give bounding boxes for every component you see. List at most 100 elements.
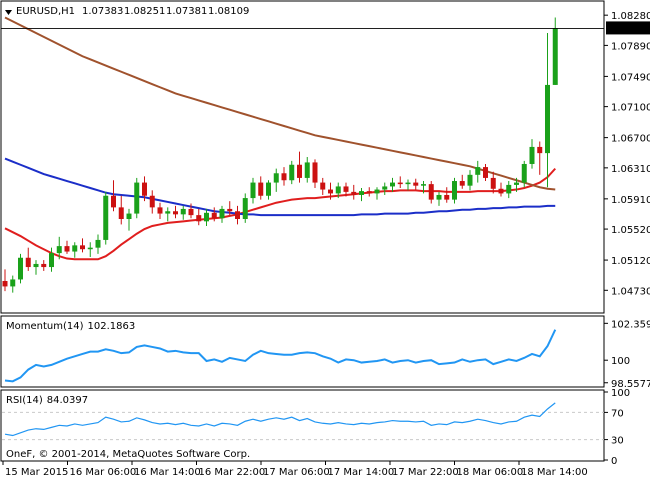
candle-body xyxy=(118,207,124,219)
time-tick-label: 15 Mar 2015 xyxy=(5,467,68,478)
candle-body xyxy=(459,181,465,186)
momentum-value: 102.1863 xyxy=(88,321,136,332)
candle-body xyxy=(242,198,248,219)
candle-body xyxy=(397,182,403,185)
candle-body xyxy=(157,207,163,214)
candle-body xyxy=(219,208,225,219)
candle-body xyxy=(204,212,209,222)
candle-body xyxy=(56,246,62,254)
candle-body xyxy=(18,257,23,280)
candle-body xyxy=(545,84,550,154)
candle-body xyxy=(180,208,186,215)
time-tick-label: 18 Mar 14:00 xyxy=(521,467,588,478)
candle-body xyxy=(343,186,349,192)
candle-body xyxy=(227,208,233,212)
candle-body xyxy=(134,182,140,214)
candle-body xyxy=(444,194,450,200)
ohlc-high: 1.08251 xyxy=(124,6,165,17)
candle-body xyxy=(188,208,194,216)
candle-body xyxy=(2,281,8,287)
candle-body xyxy=(552,28,558,85)
ohlc-open: 1.07383 xyxy=(82,6,123,17)
candle-body xyxy=(521,163,527,183)
candle-body xyxy=(529,146,535,164)
time-tick-label: 16 Mar 06:00 xyxy=(70,467,137,478)
symbol-timeframe: EURUSD,H1 xyxy=(16,6,75,17)
candle-body xyxy=(149,195,155,208)
candle-body xyxy=(273,173,279,183)
candle-body xyxy=(33,263,39,268)
price-tick-label: 1.07100 xyxy=(611,103,650,114)
candle-body xyxy=(421,184,426,186)
ohlc-low: 1.07381 xyxy=(166,6,207,17)
candle-body xyxy=(537,146,543,154)
candle-body xyxy=(506,184,512,194)
ohlc-close: 1.08109 xyxy=(208,6,249,17)
time-tick-label: 17 Mar 22:00 xyxy=(392,467,459,478)
candle-body xyxy=(266,182,271,196)
price-tick-label: 1.06700 xyxy=(611,134,650,145)
price-tick-label: 1.05120 xyxy=(611,256,650,267)
candle-body xyxy=(436,194,442,200)
candle-body xyxy=(258,182,264,196)
candle-body xyxy=(80,245,85,250)
time-tick-label: 16 Mar 22:00 xyxy=(199,467,266,478)
chart-header: EURUSD,H1 1.07383 1.08251 1.07381 1.0810… xyxy=(5,6,249,17)
candle-body xyxy=(165,211,171,214)
candle-body xyxy=(304,162,310,178)
momentum-tick-label: 102.3591 xyxy=(611,319,650,330)
candle-body xyxy=(95,239,101,248)
candle-body xyxy=(320,182,326,190)
candle-body xyxy=(289,164,295,181)
candle-body xyxy=(390,182,395,187)
candle-body xyxy=(475,167,481,175)
candle-body xyxy=(359,191,364,195)
candle-body xyxy=(281,173,287,181)
candle-body xyxy=(428,184,434,200)
candle-body xyxy=(10,279,16,287)
copyright-text: OneF, © 2001-2014, MetaQuotes Software C… xyxy=(6,449,250,460)
candle-body xyxy=(196,215,202,222)
candle-body xyxy=(25,257,31,268)
time-tick-label: 16 Mar 14:00 xyxy=(134,467,201,478)
momentum-label: Momentum(14) 102.1863 xyxy=(6,321,135,332)
rsi-tick-label: 100 xyxy=(611,388,630,399)
candle-body xyxy=(49,253,54,268)
candle-body xyxy=(111,195,116,208)
price-tick-label: 1.05520 xyxy=(611,225,650,236)
candle-body xyxy=(126,213,132,219)
momentum-name: Momentum(14) xyxy=(6,321,84,332)
candle-body xyxy=(312,162,318,183)
price-tick-label: 1.06310 xyxy=(611,164,650,175)
candle-body xyxy=(382,186,388,190)
candle-body xyxy=(297,164,302,178)
candle-body xyxy=(366,191,372,194)
candle-body xyxy=(498,188,504,194)
candle-body xyxy=(250,182,256,199)
rsi-name: RSI(14) xyxy=(6,395,43,406)
candle-body xyxy=(467,174,473,186)
rsi-label: RSI(14) 84.0397 xyxy=(6,395,88,406)
rsi-value: 84.0397 xyxy=(47,395,88,406)
time-tick-label: 18 Mar 06:00 xyxy=(457,467,524,478)
candle-body xyxy=(351,191,357,195)
candle-body xyxy=(514,182,519,185)
candle-body xyxy=(103,195,109,240)
rsi-tick-label: 0 xyxy=(611,456,617,467)
momentum-tick-label: 100 xyxy=(611,356,630,367)
current-price-label: 1.08109 xyxy=(609,24,650,35)
rsi-tick-label: 30 xyxy=(611,436,624,447)
candle-body xyxy=(142,182,147,196)
price-tick-label: 1.07490 xyxy=(611,72,650,83)
time-tick-label: 17 Mar 14:00 xyxy=(328,467,395,478)
price-tick-label: 1.07890 xyxy=(611,41,650,52)
trading-chart: 1.08280 1.07890 1.07490 1.07100 1.06700 1.063… xyxy=(0,0,650,480)
candle-body xyxy=(173,211,178,215)
candle-body xyxy=(413,182,419,186)
rsi-tick-label: 70 xyxy=(611,408,624,419)
candle-body xyxy=(452,181,457,200)
candle-body xyxy=(41,263,47,268)
candle-body xyxy=(405,182,411,185)
candle-body xyxy=(335,186,341,194)
candle-body xyxy=(72,245,78,252)
